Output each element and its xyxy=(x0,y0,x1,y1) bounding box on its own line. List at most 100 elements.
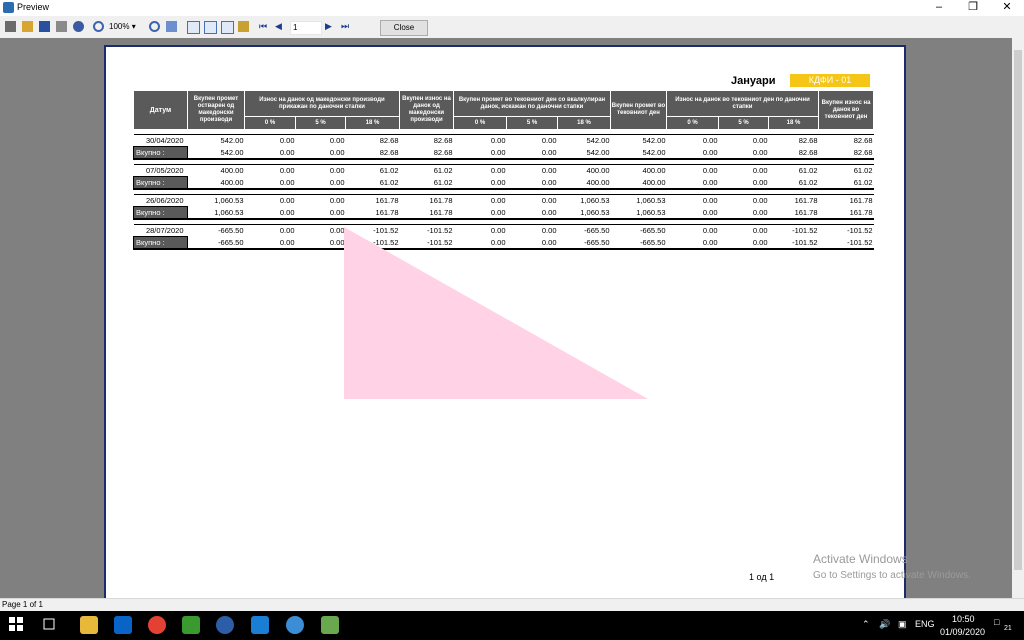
col-date: Датум xyxy=(133,90,188,130)
vertical-scrollbar[interactable] xyxy=(1012,38,1024,598)
page-number-label: 1 од 1 xyxy=(749,572,775,582)
total-cell: 161.78 xyxy=(818,206,874,220)
total-cell: 82.68 xyxy=(818,146,874,160)
total-cell: 0.00 xyxy=(244,236,296,250)
total-cell: 0.00 xyxy=(506,146,558,160)
volume-icon[interactable]: 🔊 xyxy=(879,619,890,630)
col-rate-5: 5 % xyxy=(295,116,346,130)
find-icon[interactable] xyxy=(73,21,84,32)
total-cell: 0.00 xyxy=(718,146,769,160)
table-cell: 0.00 xyxy=(666,224,719,237)
table-cell: 0.00 xyxy=(295,194,346,207)
table-cell: -101.52 xyxy=(399,224,454,237)
window-title: Preview xyxy=(17,2,50,12)
total-cell: 161.78 xyxy=(345,206,400,220)
table-cell: -665.50 xyxy=(187,224,245,237)
table-cell: 0.00 xyxy=(666,194,719,207)
total-cell: 61.02 xyxy=(768,176,819,190)
clock-date[interactable]: 01/09/2020 xyxy=(940,627,985,637)
total-cell: 0.00 xyxy=(666,146,719,160)
clock-time[interactable]: 10:50 xyxy=(952,614,975,624)
total-cell: 0.00 xyxy=(244,176,296,190)
app-icon-green[interactable] xyxy=(182,616,200,634)
table-cell: 0.00 xyxy=(295,134,346,147)
network-icon[interactable]: ▣ xyxy=(898,619,907,630)
first-page-icon[interactable]: ⏮ xyxy=(259,21,270,32)
total-cell: 0.00 xyxy=(666,176,719,190)
total-cell: 61.02 xyxy=(345,176,400,190)
table-cell: 0.00 xyxy=(718,194,769,207)
table-cell: 0.00 xyxy=(244,194,296,207)
task-view-icon[interactable] xyxy=(42,616,60,634)
total-cell: -665.50 xyxy=(557,236,611,250)
taskbar: ⌃ 🔊 ▣ ENG 10:50 01/09/2020 □ 21 xyxy=(0,611,1024,640)
table-cell: 1,060.53 xyxy=(610,194,667,207)
table-cell: -665.50 xyxy=(557,224,611,237)
close-window-button[interactable]: ✕ xyxy=(990,0,1024,16)
total-cell: 542.00 xyxy=(610,146,667,160)
table-cell: 1,060.53 xyxy=(187,194,245,207)
col-total-tax-current: Вкупен износ на данок во тековниот ден xyxy=(818,90,875,130)
page-setup-icon[interactable] xyxy=(56,21,67,32)
table-cell: -665.50 xyxy=(610,224,667,237)
col-rate-18: 18 % xyxy=(345,116,400,130)
notification-center-icon[interactable]: □ xyxy=(994,617,999,627)
fit-page-icon[interactable] xyxy=(166,21,177,32)
print-icon[interactable] xyxy=(5,21,16,32)
paint-app-icon[interactable] xyxy=(321,616,339,634)
close-button[interactable]: Close xyxy=(380,20,428,36)
zoom-select[interactable]: 100% ▾ xyxy=(109,21,143,33)
total-cell: 0.00 xyxy=(244,146,296,160)
table-cell: 400.00 xyxy=(187,164,245,177)
total-cell: -101.52 xyxy=(399,236,454,250)
table-cell: 0.00 xyxy=(453,164,507,177)
table-cell: 0.00 xyxy=(718,164,769,177)
scrollbar-thumb[interactable] xyxy=(1014,50,1022,570)
col-rate-0: 0 % xyxy=(244,116,296,130)
report-table: Датум Вкупен промет остварен од македонс… xyxy=(133,90,875,250)
total-cell: 0.00 xyxy=(295,236,346,250)
title-bar: Preview – ❐ ✕ xyxy=(0,0,1024,16)
table-cell: 0.00 xyxy=(453,224,507,237)
col-rate-5: 5 % xyxy=(718,116,769,130)
multi-page-icon[interactable] xyxy=(221,21,234,34)
total-cell: 0.00 xyxy=(718,206,769,220)
restore-button[interactable]: ❐ xyxy=(956,0,990,16)
browser-icon[interactable] xyxy=(286,616,304,634)
total-cell: 0.00 xyxy=(295,206,346,220)
page-number-input[interactable]: 1 xyxy=(290,21,322,35)
total-cell: 0.00 xyxy=(506,176,558,190)
chrome-icon[interactable] xyxy=(148,616,166,634)
teamviewer-icon[interactable] xyxy=(251,616,269,634)
cell-date: 30/04/2020 xyxy=(133,134,188,147)
open-icon[interactable] xyxy=(22,21,33,32)
total-row: Вкупно :1,060.53 0.00 0.00 161.78 161.78 0.00… xyxy=(133,206,874,220)
windows-start-icon[interactable] xyxy=(8,616,26,634)
tray-up-arrow-icon[interactable]: ⌃ xyxy=(862,619,870,630)
table-cell: 161.78 xyxy=(768,194,819,207)
total-cell: 542.00 xyxy=(187,146,245,160)
file-explorer-icon[interactable] xyxy=(80,616,98,634)
next-page-icon[interactable]: ▶ xyxy=(325,21,336,32)
outlook-icon[interactable] xyxy=(114,616,132,634)
total-cell: 0.00 xyxy=(718,176,769,190)
status-bar: Page 1 of 1 xyxy=(0,598,1024,612)
total-cell: 61.02 xyxy=(399,176,454,190)
previous-page-icon[interactable]: ◀ xyxy=(275,21,286,32)
total-cell: 0.00 xyxy=(506,236,558,250)
report-month-title: Јануари xyxy=(731,75,776,87)
edit-icon[interactable] xyxy=(238,21,249,32)
language-indicator[interactable]: ENG xyxy=(915,619,935,629)
save-icon[interactable] xyxy=(39,21,50,32)
single-page-icon[interactable] xyxy=(187,21,200,34)
zoom-out-icon[interactable] xyxy=(149,21,160,32)
zoom-icon[interactable] xyxy=(93,21,104,32)
total-cell: 161.78 xyxy=(399,206,454,220)
total-cell: 0.00 xyxy=(295,176,346,190)
table-cell: 0.00 xyxy=(506,164,558,177)
last-page-icon[interactable]: ⏭ xyxy=(341,21,352,32)
toolbar: 100% ▾ ⏮ ◀ 1 ▶ ⏭ Close xyxy=(0,16,1024,39)
helix-app-icon[interactable] xyxy=(216,616,234,634)
two-pages-icon[interactable] xyxy=(204,21,217,34)
minimize-button[interactable]: – xyxy=(922,0,956,16)
